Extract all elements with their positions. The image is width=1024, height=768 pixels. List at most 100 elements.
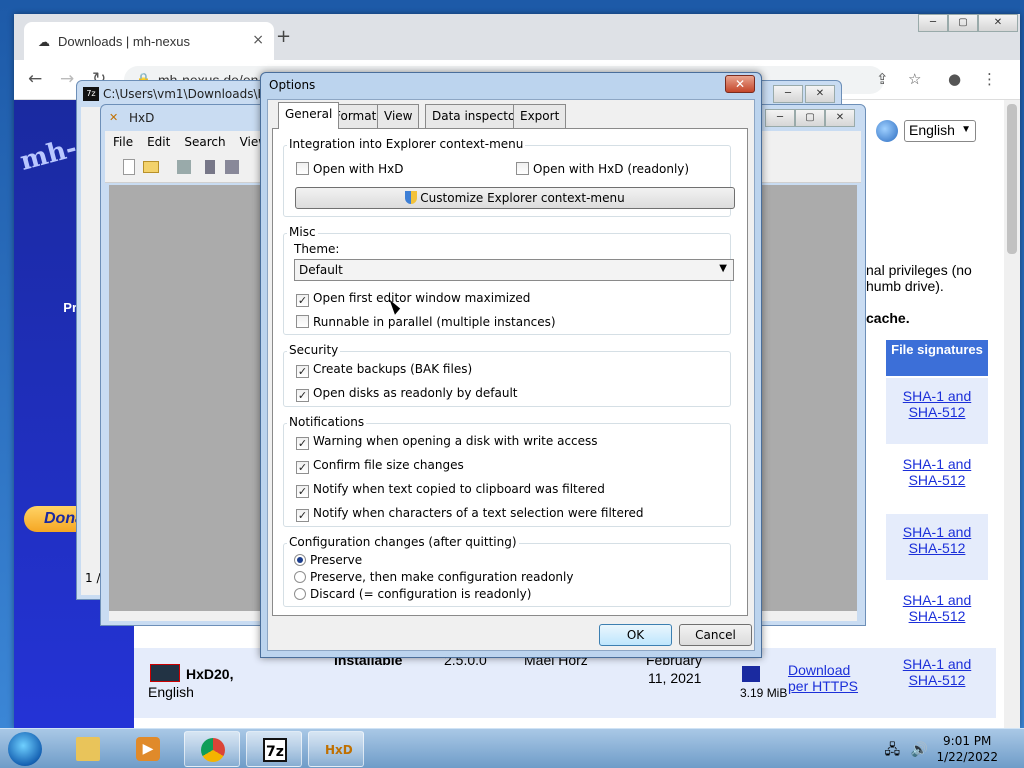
tab-view[interactable]: View [377,104,420,128]
close-button[interactable]: ✕ [978,14,1018,32]
tab-general[interactable]: General [278,102,340,129]
menu-edit[interactable]: Edit [139,131,176,149]
forward-icon[interactable]: → [60,69,74,89]
confirm-size-changes-checkbox[interactable]: ✓ Confirm file size changes [296,458,464,474]
minimize-button[interactable]: ─ [773,85,803,103]
scrollbar-thumb[interactable] [1007,104,1017,254]
preserve-readonly-radio[interactable]: Preserve, then make configuration readon… [294,570,573,584]
open-maximized-checkbox[interactable]: ✓ Open first editor window maximized [296,291,530,307]
tab-close-icon[interactable]: × [252,32,264,48]
maximize-button[interactable]: ▢ [795,109,825,127]
sevenzip-icon: 7z [83,87,99,101]
taskbar-7zip[interactable]: 7z [246,731,302,767]
chrome-icon [201,738,225,762]
download-link[interactable]: Download per HTTPS [788,662,868,694]
checkbox-label: Open with HxD [313,162,404,176]
new-file-icon[interactable] [123,159,135,175]
create-backups-checkbox[interactable]: ✓ Create backups (BAK files) [296,362,472,378]
tab-export[interactable]: Export [513,104,567,128]
checkbox-box: ✓ [296,294,309,307]
site-logo: mh- [17,133,81,177]
save-icon[interactable] [177,160,191,174]
share-icon[interactable]: ⇪ [876,70,889,88]
group-legend: Notifications [287,415,367,429]
open-folder-icon[interactable] [143,161,159,173]
radio-label: Discard (= configuration is readonly) [310,587,532,601]
maximize-button[interactable]: ▢ [948,14,978,32]
tab-data-inspector[interactable]: Data inspector [425,104,528,128]
network-icon[interactable]: 🖧 [884,742,900,758]
checkbox-box: ✓ [296,365,309,378]
language-select[interactable]: English ▼ [904,120,976,142]
group-legend: Configuration changes (after quitting) [287,535,519,549]
minimize-button[interactable]: ─ [765,109,795,127]
clock[interactable]: 9:01 PM 1/22/2022 [936,733,998,765]
disks-readonly-checkbox[interactable]: ✓ Open disks as readonly by default [296,386,517,402]
menu-kebab-icon[interactable]: ⋮ [982,70,997,88]
radio-label: Preserve, then make configuration readon… [310,570,574,584]
group-legend: Integration into Explorer context-menu [287,137,526,151]
sevenzip-status: 1 / [85,571,101,585]
checkbox-box: ✓ [296,485,309,498]
folder-icon [76,737,100,761]
menu-file[interactable]: File [105,131,139,149]
back-icon[interactable]: ← [28,69,42,89]
hxd-icon: HxD [325,743,353,757]
checkbox-box: ✓ [296,509,309,522]
theme-dropdown[interactable]: Default ▼ [294,259,734,281]
checkbox-label: Open disks as readonly by default [313,386,518,400]
disk-write-warning-checkbox[interactable]: ✓ Warning when opening a disk with write … [296,434,598,450]
menu-search[interactable]: Search [176,131,231,149]
taskbar-hxd[interactable]: HxD [308,731,364,767]
checkbox-box: ✓ [296,437,309,450]
open-with-hxd-checkbox[interactable]: Open with HxD [296,162,404,176]
taskbar-media[interactable]: ▶ [120,731,176,767]
download-row: HxD20, English installable 2.5.0.0 Maël … [134,648,996,718]
disk-icon [742,666,760,682]
minimize-button[interactable]: ─ [918,14,948,32]
checkbox-box [296,162,309,175]
ok-button[interactable]: OK [599,624,672,646]
cancel-button[interactable]: Cancel [679,624,752,646]
sig-link[interactable]: SHA-1 and SHA-512 [886,456,988,488]
radio-dot [294,554,306,566]
ram-icon[interactable] [225,160,239,174]
browser-tab[interactable]: ☁ Downloads | mh-nexus × [24,22,274,60]
sig-cell: SHA-1 and SHA-512 [886,514,988,580]
profile-icon[interactable]: ● [948,70,961,88]
selection-filter-checkbox[interactable]: ✓ Notify when characters of a text select… [296,506,644,522]
disk-icon[interactable] [205,160,215,174]
close-icon[interactable]: ✕ [725,75,755,93]
customize-context-menu-button[interactable]: Customize Explorer context-menu [295,187,735,209]
preserve-radio[interactable]: Preserve [294,553,362,567]
sig-link[interactable]: SHA-1 and SHA-512 [886,592,988,624]
site-text: nal privileges (no humb drive). [866,262,986,294]
open-with-hxd-readonly-checkbox[interactable]: Open with HxD (readonly) [516,162,689,176]
hxd-title: HxD [129,111,155,125]
sevenzip-title: C:\Users\vm1\Downloads\Hx [103,87,274,101]
taskbar-chrome[interactable] [184,731,240,767]
discard-radio[interactable]: Discard (= configuration is readonly) [294,587,531,601]
close-button[interactable]: ✕ [825,109,855,127]
explorer-group: Integration into Explorer context-menu O… [283,137,735,217]
volume-icon[interactable]: 🔊 [911,742,928,758]
bookmark-star-icon[interactable]: ☆ [908,70,921,88]
options-dialog: Options ✕ General Format View Data inspe… [260,72,762,658]
checkbox-label: Create backups (BAK files) [313,362,473,376]
clipboard-filter-checkbox[interactable]: ✓ Notify when text copied to clipboard wa… [296,482,605,498]
sig-link[interactable]: SHA-1 and SHA-512 [886,524,988,556]
new-tab-button[interactable]: + [276,26,291,47]
close-button[interactable]: ✕ [805,85,835,103]
product-name: HxD20, [186,666,234,682]
taskbar-explorer[interactable] [60,731,116,767]
start-button[interactable] [8,732,42,766]
product-language: English [148,684,194,700]
notifications-group: Notifications ✓ Warning when opening a di… [283,415,731,527]
page-scrollbar[interactable] [1004,100,1020,728]
file-size: 3.19 MiB [740,686,788,700]
run-parallel-checkbox[interactable]: Runnable in parallel (multiple instances… [296,315,556,329]
site-text-line: humb drive). [866,278,944,294]
sig-link[interactable]: SHA-1 and SHA-512 [886,388,988,420]
clock-date: 1/22/2022 [936,750,998,764]
sig-link[interactable]: SHA-1 and SHA-512 [886,656,988,688]
